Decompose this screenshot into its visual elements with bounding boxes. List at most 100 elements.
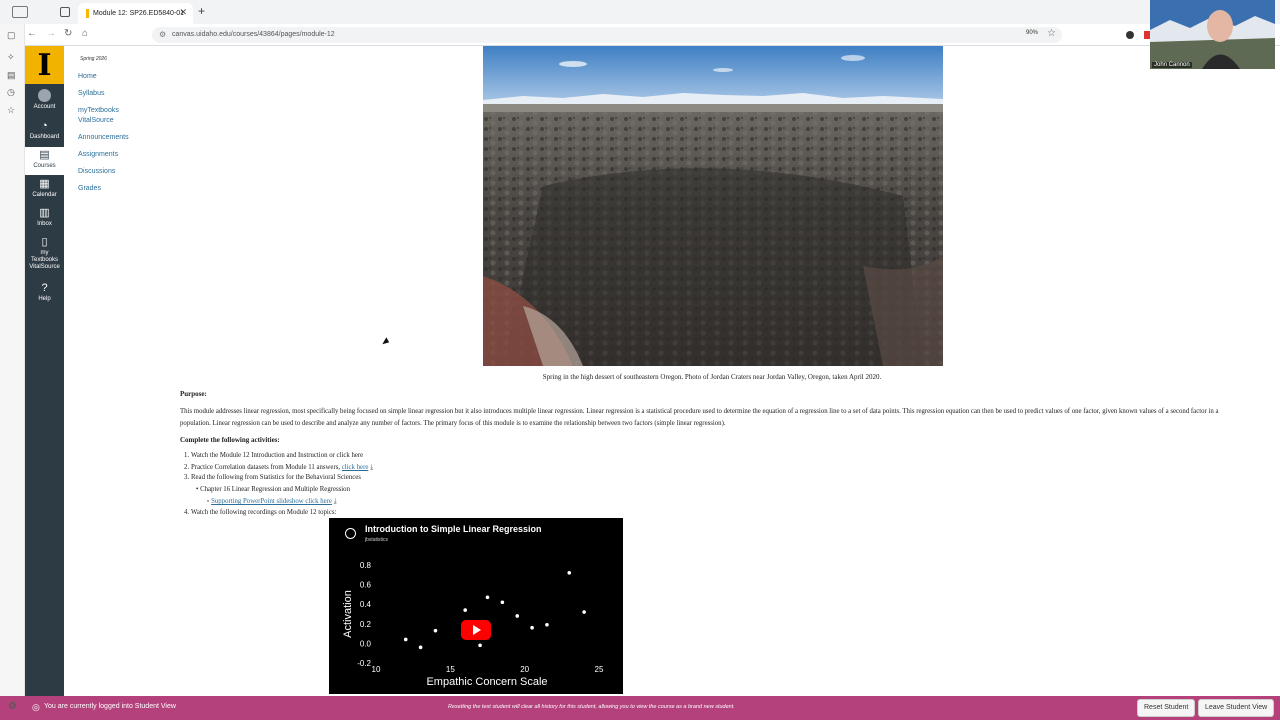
answers-link[interactable]: click here (342, 464, 369, 471)
address-bar[interactable]: ⚙ canvas.uidaho.edu/courses/43864/pages/… (152, 27, 1062, 43)
scatter-point (500, 600, 505, 605)
activity-3: 3. Read the following from Statistics for… (184, 474, 361, 481)
account-icon (38, 89, 51, 102)
webcam-feed (1150, 0, 1275, 69)
new-tab-icon[interactable]: + (198, 4, 205, 18)
hero-photo (483, 46, 943, 366)
play-button[interactable] (461, 620, 491, 640)
scatter-point (582, 610, 586, 614)
forward-icon[interactable]: → (46, 28, 56, 39)
bookmarks-icon[interactable]: ☆ (7, 105, 15, 116)
chat-icon[interactable]: ▤ (7, 70, 16, 81)
nav-account[interactable]: Account (25, 86, 64, 114)
scatter-point (418, 645, 423, 650)
site-info-icon[interactable]: ⚙ (159, 27, 166, 43)
courses-icon: ▤ (39, 149, 50, 161)
course-nav-home[interactable]: Home (78, 72, 97, 82)
download-icon[interactable]: ⤓ (370, 463, 373, 471)
download-icon[interactable]: ⤓ (334, 497, 337, 505)
reset-student-button[interactable]: Reset Student (1137, 699, 1196, 717)
y-tick-label: -0.2 (357, 659, 371, 668)
scatter-point (515, 614, 520, 618)
nav-calendar[interactable]: ▦ Calendar (25, 178, 64, 206)
video-embed[interactable]: Introduction to Simple Linear Regression… (329, 518, 623, 694)
activity-2: 2. Practice Correlation datasets from Mod… (184, 463, 374, 471)
scatter-point (463, 608, 467, 612)
scatter-point (433, 628, 438, 633)
history-icon[interactable]: ◷ (7, 87, 15, 98)
webcam-name: John Cannon (1152, 62, 1192, 68)
course-nav-grades[interactable]: Grades (78, 184, 101, 194)
x-tick-label: 10 (372, 665, 381, 674)
tab-title: Module 12: SP26.ED5840-01 (93, 10, 185, 17)
student-view-notice: Resetting the test student will clear al… (448, 704, 735, 710)
activity-3-subsub: ▫ Supporting PowerPoint slideshow click … (207, 497, 337, 505)
y-tick-label: 0.8 (360, 561, 372, 570)
browser-tab[interactable]: Module 12: SP26.ED5840-01 ✕ (78, 3, 193, 24)
favicon-icon (86, 9, 89, 18)
tab-group-icon[interactable] (60, 7, 70, 17)
term-label: Spring 2026 (80, 56, 107, 62)
scatter-point (545, 622, 549, 627)
nav-inbox[interactable]: ▥ Inbox (25, 207, 64, 235)
sparkle-icon[interactable]: ✧ (7, 52, 15, 63)
os-side-strip: ▢ ✧ ▤ ◷ ☆ (0, 24, 25, 696)
dashboard-icon: ◔ (41, 120, 48, 132)
nav-help[interactable]: ? Help (25, 282, 64, 310)
webcam-overlay: John Cannon (1150, 0, 1275, 69)
course-nav-textbooks[interactable]: myTextbooks VitalSource (78, 106, 130, 126)
x-tick-label: 15 (446, 665, 455, 674)
logo-letter: I (37, 47, 52, 83)
nav-dashboard[interactable]: ◔ Dashboard (25, 120, 64, 148)
photo-caption: Spring in the high dessert of southeaste… (542, 373, 882, 381)
nav-courses-label: Courses (33, 163, 56, 169)
course-nav-assignments[interactable]: Assignments (78, 150, 118, 160)
x-tick-label: 20 (520, 665, 529, 674)
nav-dashboard-label: Dashboard (29, 134, 60, 140)
home-icon[interactable]: ⌂ (82, 28, 88, 39)
university-logo[interactable]: I (25, 46, 64, 84)
scatter-plot: Activation Empathic Concern Scale 0.8 0.6… (342, 561, 604, 688)
course-nav-announcements[interactable]: Announcements (78, 133, 129, 143)
settings-gear-icon[interactable]: ⚙ (8, 701, 17, 712)
url-text: canvas.uidaho.edu/courses/43864/pages/mo… (172, 31, 335, 38)
student-view-icon: ◎ (32, 702, 40, 712)
browser-sidebar-icon[interactable]: ▢ (7, 30, 16, 41)
scatter-point (567, 571, 572, 575)
scatter-point (485, 595, 490, 600)
activity-1-text[interactable]: Watch the Module 12 Introduction and Ins… (191, 452, 363, 459)
activity-3-text: Read the following from Statistics for t… (191, 474, 361, 481)
x-axis-label: Empathic Concern Scale (426, 676, 547, 688)
nav-courses[interactable]: ▤ Courses (25, 147, 64, 175)
course-nav-discussions[interactable]: Discussions (78, 167, 115, 177)
mouse-cursor-icon (382, 337, 391, 347)
course-nav-syllabus[interactable]: Syllabus (78, 89, 104, 99)
zoom-level[interactable]: 90% (1026, 30, 1038, 36)
nav-vitalsource-label: my Textbooks VitalSource (29, 250, 60, 270)
purpose-text: This module addresses linear regression,… (180, 408, 1219, 427)
activity-4-text: Watch the following recordings on Module… (191, 509, 337, 516)
y-tick-label: 0.6 (360, 581, 372, 590)
student-view-bar: ◎ You are currently logged into Student … (0, 696, 1280, 720)
global-navigation: I Account ◔ Dashboard ▤ Courses ▦ Calend… (25, 46, 64, 696)
nav-account-label: Account (33, 104, 56, 110)
y-tick-label: 0.2 (360, 620, 372, 629)
reload-icon[interactable]: ↻ (64, 28, 72, 39)
inbox-icon: ▥ (39, 207, 50, 219)
back-icon[interactable]: ← (27, 28, 37, 39)
nav-vitalsource[interactable]: ▯ my Textbooks VitalSource (25, 236, 64, 276)
activity-2-text: Practice Correlation datasets from Modul… (191, 464, 341, 471)
y-tick-label: 0.4 (360, 600, 372, 609)
purpose-heading: Purpose: (180, 390, 207, 398)
activity-3-sub-text: Chapter 16 Linear Regression and Multipl… (200, 486, 350, 493)
tab-close-icon[interactable]: ✕ (179, 7, 187, 18)
activity-1: 1. Watch the Module 12 Introduction and I… (184, 452, 364, 459)
leave-student-view-button[interactable]: Leave Student View (1198, 699, 1275, 717)
y-tick-label: 0.0 (360, 639, 372, 648)
sidebar-toggle-icon[interactable] (12, 6, 28, 18)
calendar-icon: ▦ (39, 178, 50, 190)
bookmark-star-icon[interactable]: ☆ (1047, 28, 1056, 39)
nav-help-label: Help (38, 296, 51, 302)
powerpoint-link[interactable]: Supporting PowerPoint slideshow click he… (211, 498, 332, 505)
extension-icon[interactable] (1126, 31, 1134, 39)
